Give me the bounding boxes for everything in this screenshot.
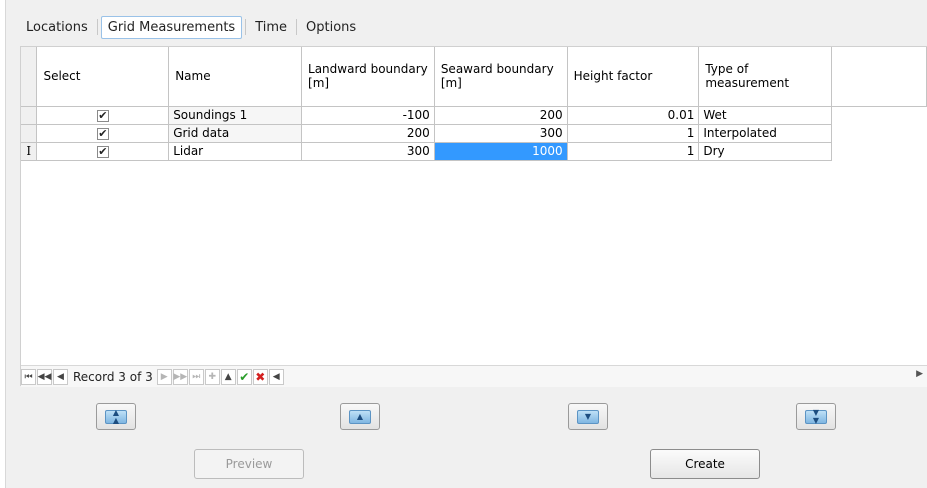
landward-cell[interactable]: 200 — [301, 124, 435, 143]
name-cell[interactable]: Lidar — [168, 142, 303, 161]
last-page-icon[interactable]: ⏭ — [188, 368, 204, 385]
type-cell[interactable]: Dry — [698, 142, 833, 161]
left-panel-edge — [0, 0, 6, 488]
record-indicator: Record 3 of 3 — [73, 369, 153, 384]
next-record-icon[interactable]: ▶ — [156, 368, 172, 385]
next-page-icon[interactable]: ▶▶ — [172, 368, 188, 385]
tab-separator — [296, 19, 298, 35]
checkbox[interactable]: ✔ — [96, 146, 109, 158]
column-header-select[interactable]: Select — [36, 47, 170, 107]
scroll-left-icon[interactable]: ◀ — [268, 368, 284, 385]
table-row[interactable]: I ✔ Lidar 300 1000 1 Dry — [21, 142, 927, 161]
empty-cell — [832, 142, 927, 160]
table-row[interactable]: ✔ Grid data 200 300 1 Interpolated — [21, 124, 927, 143]
select-checkbox-cell[interactable]: ✔ — [36, 142, 170, 161]
landward-cell[interactable]: -100 — [301, 106, 435, 125]
type-cell[interactable]: Interpolated — [698, 124, 833, 143]
move-to-bottom-icon: ▼ ▼ — [805, 408, 827, 424]
column-header-filler — [831, 47, 927, 107]
table-row[interactable]: ✔ Soundings 1 -100 200 0.01 Wet — [21, 106, 927, 125]
move-to-bottom-button[interactable]: ▼ ▼ — [796, 403, 836, 430]
tab-options[interactable]: Options — [300, 17, 362, 38]
seaward-cell-selected[interactable]: 1000 — [434, 142, 568, 161]
column-header-name[interactable]: Name — [168, 47, 303, 107]
name-cell[interactable]: Grid data — [168, 124, 303, 143]
name-cell[interactable]: Soundings 1 — [168, 106, 303, 125]
seaward-cell[interactable]: 200 — [434, 106, 568, 125]
record-navigator: ⏮ ◀◀ ◀ Record 3 of 3 ▶ ▶▶ ⏭ ✚ ▲ ✔ ✖ ◀ ▶ — [21, 365, 927, 387]
select-checkbox-cell[interactable]: ✔ — [36, 106, 170, 125]
empty-cell — [832, 106, 927, 124]
move-to-top-icon: ▲ ▲ — [105, 408, 127, 424]
move-down-icon: ▼ — [577, 409, 599, 424]
confirm-edit-icon[interactable]: ✔ — [236, 368, 252, 385]
first-page-icon[interactable]: ⏮ — [21, 368, 36, 385]
tab-separator — [245, 19, 247, 35]
tab-time[interactable]: Time — [249, 17, 293, 38]
tab-grid-measurements[interactable]: Grid Measurements — [100, 15, 243, 39]
select-checkbox-cell[interactable]: ✔ — [36, 124, 170, 143]
tab-separator — [96, 19, 98, 35]
header-row: Select Name Landward boundary [m] Seawar… — [21, 47, 927, 107]
tab-locations[interactable]: Locations — [20, 17, 94, 38]
height-factor-cell[interactable]: 0.01 — [567, 106, 700, 125]
seaward-cell[interactable]: 300 — [434, 124, 568, 143]
landward-cell[interactable]: 300 — [301, 142, 435, 161]
move-up-button[interactable]: ▲ — [340, 403, 380, 430]
preview-button[interactable]: Preview — [194, 449, 304, 479]
height-factor-cell[interactable]: 1 — [567, 142, 700, 161]
checkbox[interactable]: ✔ — [96, 128, 109, 140]
column-header-seaward[interactable]: Seaward boundary [m] — [434, 47, 568, 107]
column-header-landward[interactable]: Landward boundary [m] — [301, 47, 435, 107]
checkbox[interactable]: ✔ — [96, 110, 109, 122]
move-to-top-button[interactable]: ▲ ▲ — [96, 403, 136, 430]
row-indicator[interactable] — [21, 106, 38, 125]
height-factor-cell[interactable]: 1 — [567, 124, 700, 143]
previous-page-icon[interactable]: ◀◀ — [37, 368, 52, 385]
measurements-grid: Select Name Landward boundary [m] Seawar… — [20, 46, 927, 387]
cancel-edit-icon[interactable]: ✖ — [252, 368, 268, 385]
row-header-corner — [21, 47, 38, 107]
empty-cell — [832, 124, 927, 142]
row-indicator[interactable]: I — [21, 142, 38, 161]
tab-strip: Locations Grid Measurements Time Options — [20, 14, 362, 40]
column-header-height-factor[interactable]: Height factor — [567, 47, 700, 107]
previous-record-icon[interactable]: ◀ — [53, 368, 68, 385]
type-cell[interactable]: Wet — [698, 106, 833, 125]
measurements-table: Select Name Landward boundary [m] Seawar… — [21, 47, 927, 161]
create-button[interactable]: Create — [650, 449, 760, 479]
scroll-right-icon[interactable]: ▶ — [916, 369, 923, 379]
move-up-icon: ▲ — [349, 409, 371, 424]
row-indicator[interactable] — [21, 124, 38, 143]
column-header-type[interactable]: Type of measurement — [698, 47, 833, 107]
move-down-button[interactable]: ▼ — [568, 403, 608, 430]
edit-record-icon[interactable]: ▲ — [220, 368, 236, 385]
add-record-icon[interactable]: ✚ — [204, 368, 220, 385]
